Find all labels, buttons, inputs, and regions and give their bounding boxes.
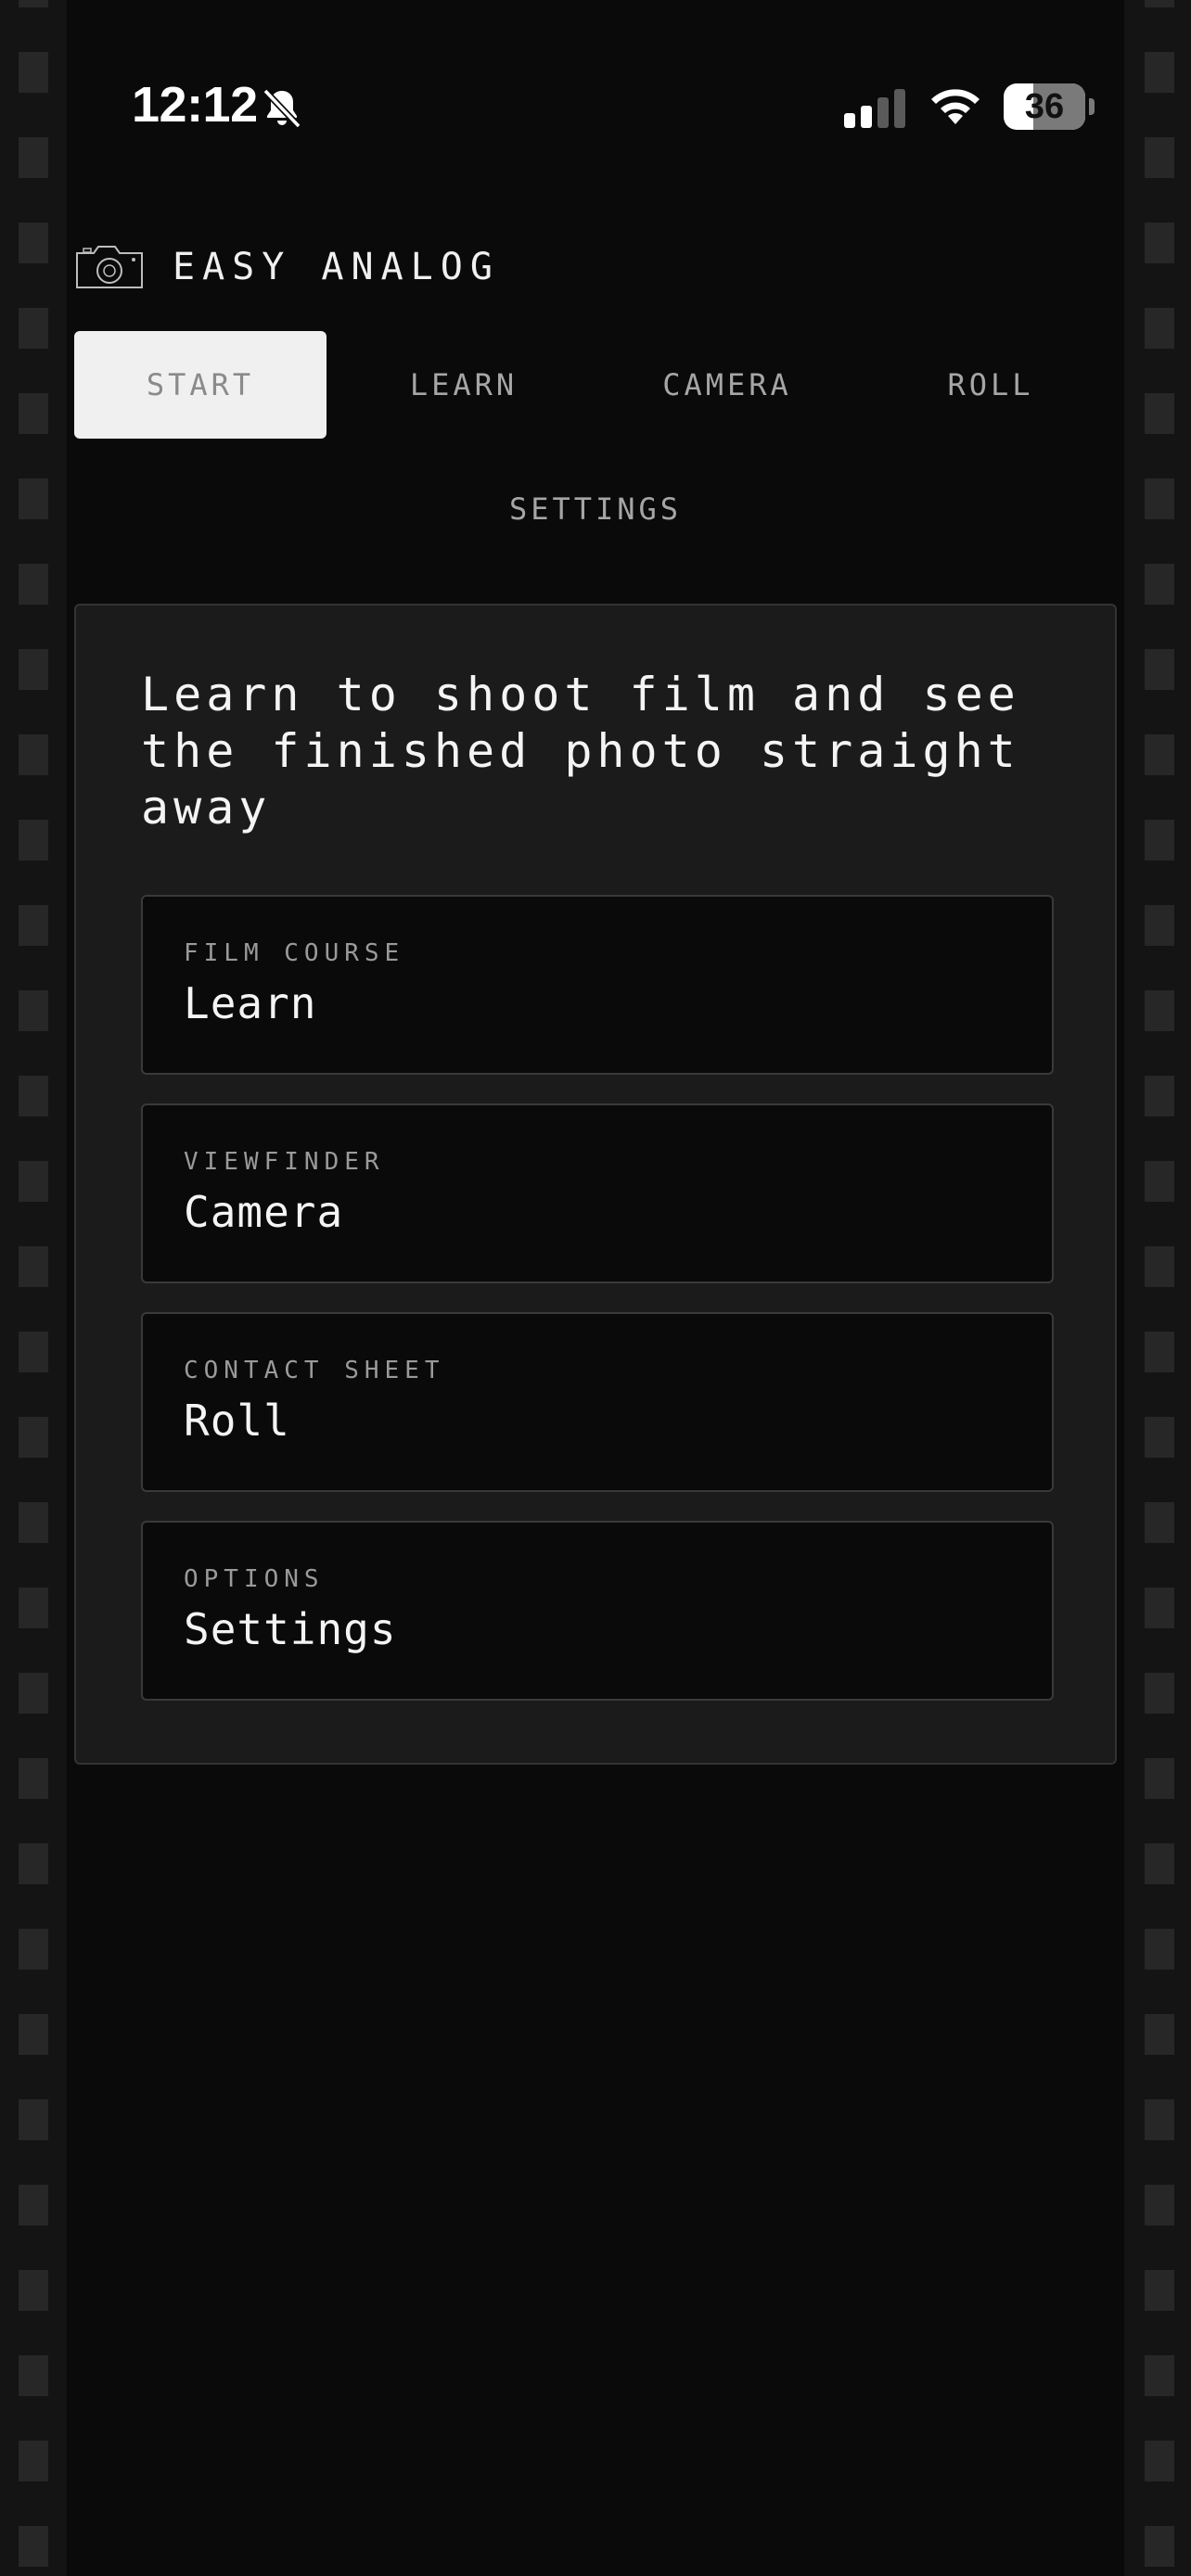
status-time: 12:12 [132, 77, 258, 133]
card-kicker: FILM COURSE [184, 939, 405, 967]
app-name: EASY ANALOG [173, 246, 500, 288]
card-camera[interactable]: VIEWFINDER Camera [141, 1103, 1054, 1283]
home-panel: Learn to shoot film and see the finished… [74, 604, 1117, 1765]
battery-icon: 36 [1004, 83, 1096, 130]
card-title: Camera [184, 1187, 344, 1237]
film-strip-left [0, 0, 67, 2576]
camera-icon [76, 246, 143, 288]
card-settings[interactable]: OPTIONS Settings [141, 1521, 1054, 1701]
card-learn[interactable]: FILM COURSE Learn [141, 895, 1054, 1075]
film-strip-right [1124, 0, 1191, 2576]
card-title: Roll [184, 1396, 290, 1446]
status-bar: 12:12 36 [67, 0, 1124, 204]
tab-learn[interactable]: LEARN [338, 331, 590, 439]
card-title: Learn [184, 978, 317, 1028]
signal-icon [844, 89, 905, 128]
app-header: EASY ANALOG [74, 239, 500, 295]
headline: Learn to shoot film and see the finished… [141, 668, 1020, 835]
tab-start[interactable]: START [74, 331, 327, 439]
battery-percentage: 36 [1024, 87, 1065, 126]
tab-roll[interactable]: ROLL [864, 331, 1117, 439]
card-kicker: VIEWFINDER [184, 1148, 385, 1176]
card-kicker: OPTIONS [184, 1565, 325, 1593]
card-roll[interactable]: CONTACT SHEET Roll [141, 1312, 1054, 1492]
card-kicker: CONTACT SHEET [184, 1357, 445, 1384]
card-title: Settings [184, 1604, 397, 1654]
wifi-icon [931, 89, 980, 124]
bell-slash-icon [263, 88, 301, 129]
tab-camera[interactable]: CAMERA [601, 331, 853, 439]
tab-settings[interactable]: SETTINGS [469, 455, 722, 563]
